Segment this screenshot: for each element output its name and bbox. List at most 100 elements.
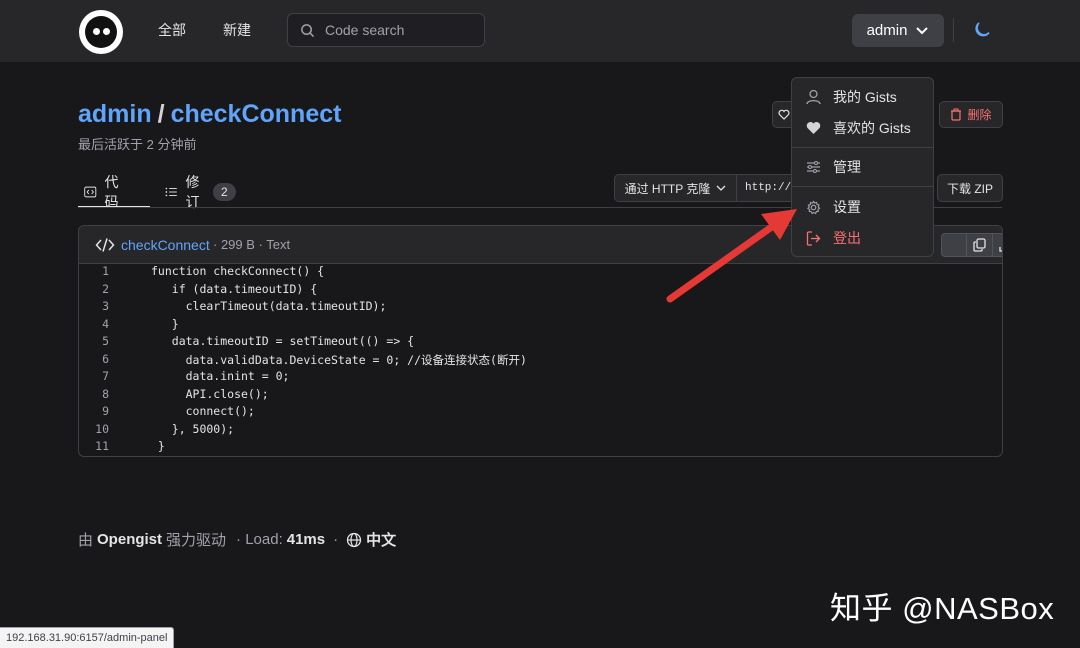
line-content: data.validData.DeviceState = 0; //设备连接状态… — [151, 352, 527, 367]
menu-item-liked-gists[interactable]: 喜欢的 Gists — [792, 113, 933, 143]
watermark-text: 知乎 @NASBox — [830, 591, 1055, 626]
download-icon — [998, 243, 1002, 252]
download-zip-button[interactable]: 下载 ZIP — [937, 174, 1003, 202]
revision-count-badge: 2 — [213, 182, 236, 201]
code-line: 4 } — [79, 317, 1002, 335]
footer: 由 Opengist 强力驱动 · Load: 41ms · 中文 — [78, 529, 396, 550]
sliders-icon — [807, 161, 820, 173]
file-meta: · 299 B · Text — [213, 237, 291, 252]
code-line: 6 data.validData.DeviceState = 0; //设备连接… — [79, 352, 1002, 370]
menu-divider — [792, 186, 933, 187]
line-number: 10 — [95, 421, 109, 436]
line-content: if (data.timeoutID) { — [151, 281, 318, 296]
code-brackets-icon — [95, 238, 115, 252]
menu-item-admin[interactable]: 管理 — [792, 152, 933, 182]
line-number: 4 — [102, 316, 109, 331]
line-number: 6 — [102, 351, 109, 366]
last-active-text: 最后活跃于 2 分钟前 — [78, 137, 197, 152]
chevron-down-icon — [916, 26, 929, 34]
clone-url-value: http:// — [745, 182, 792, 194]
clone-url-input[interactable]: http:// — [736, 174, 796, 202]
code-line: 8 API.close(); — [79, 387, 1002, 405]
download-file-button[interactable] — [993, 233, 1002, 257]
code-line: 10 }, 5000); — [79, 422, 1002, 440]
line-number: 5 — [102, 334, 109, 348]
user-icon — [806, 89, 821, 105]
file-name-link[interactable]: checkConnect — [121, 237, 210, 253]
footer-load-prefix: · Load: — [236, 531, 283, 548]
copy-icon — [972, 238, 986, 252]
code-line: 11 } — [79, 439, 1002, 456]
code-search-box[interactable] — [287, 13, 485, 47]
menu-item-label: 管理 — [833, 159, 861, 175]
tab-revisions[interactable]: 修订 2 — [165, 174, 236, 210]
code-line: 1 function checkConnect() { — [79, 264, 1002, 282]
moon-icon[interactable] — [972, 20, 992, 40]
link-status-bar: 192.168.31.90:6157/admin-panel — [0, 627, 175, 648]
delete-button[interactable]: 删除 — [939, 101, 1003, 128]
footer-powered: 强力驱动 — [166, 532, 227, 549]
footer-dot: · — [333, 531, 339, 548]
code-line: 9 connect(); — [79, 404, 1002, 422]
language-switch[interactable]: 中文 — [366, 529, 396, 550]
line-content: } — [151, 316, 179, 331]
gist-owner-link[interactable]: admin — [78, 100, 152, 128]
line-number: 1 — [102, 264, 109, 278]
logout-icon — [806, 230, 821, 246]
footer-load-value: 41ms — [286, 531, 326, 548]
gear-icon — [807, 199, 821, 214]
line-number: 7 — [102, 369, 109, 383]
menu-item-label: 我的 Gists — [833, 89, 897, 105]
line-content: }, 5000); — [151, 421, 235, 436]
navbar-divider — [953, 18, 954, 42]
trash-icon — [951, 108, 962, 121]
heart-icon — [806, 122, 821, 134]
code-view: 1 function checkConnect() { 2 if (data.tim… — [79, 264, 1002, 456]
raw-button[interactable] — [941, 233, 967, 257]
line-number: 11 — [95, 439, 109, 453]
user-dropdown-menu: 我的 Gists 喜欢的 Gists 管理 设置 登出 — [791, 77, 934, 257]
nav-all-link[interactable]: 全部 — [158, 20, 186, 40]
line-content: } — [151, 439, 165, 453]
footer-by: 由 — [78, 532, 94, 549]
top-navbar: 全部 新建 admin — [0, 0, 1080, 62]
download-zip-label: 下载 ZIP — [946, 181, 993, 196]
menu-item-label: 登出 — [833, 230, 861, 246]
delete-label: 删除 — [967, 108, 992, 122]
line-content: connect(); — [151, 404, 255, 418]
tab-code[interactable]: 代码 — [84, 174, 124, 210]
heart-icon — [777, 109, 790, 120]
menu-item-logout[interactable]: 登出 — [792, 223, 933, 253]
line-content: data.timeoutID = setTimeout(() => { — [151, 334, 415, 348]
clone-method-select[interactable]: 通过 HTTP 克隆 — [614, 174, 737, 202]
code-line: 3 clearTimeout(data.timeoutID); — [79, 299, 1002, 317]
user-menu-button[interactable]: admin — [852, 14, 944, 47]
menu-item-settings[interactable]: 设置 — [792, 192, 933, 222]
line-number: 2 — [102, 281, 109, 296]
menu-item-label: 设置 — [833, 199, 861, 215]
code-search-input[interactable] — [323, 21, 477, 39]
line-number: 8 — [102, 386, 109, 401]
copy-button[interactable] — [967, 233, 993, 257]
line-number: 3 — [102, 299, 109, 313]
line-content: data.inint = 0; — [151, 369, 290, 383]
footer-brand-link[interactable]: Opengist — [97, 531, 162, 548]
globe-icon — [346, 532, 362, 547]
file-panel: checkConnect · 299 B · Text 1 function ch… — [78, 225, 1003, 457]
list-icon — [165, 187, 177, 196]
line-content: function checkConnect() { — [151, 264, 325, 278]
code-line: 7 data.inint = 0; — [79, 369, 1002, 387]
nav-new-link[interactable]: 新建 — [223, 20, 251, 40]
line-content: API.close(); — [151, 386, 269, 401]
title-separator: / — [157, 100, 165, 128]
opengist-logo-icon[interactable] — [79, 10, 123, 54]
search-icon — [301, 23, 315, 37]
code-line: 2 if (data.timeoutID) { — [79, 282, 1002, 300]
gist-name-link[interactable]: checkConnect — [171, 100, 342, 128]
code-icon — [84, 186, 97, 197]
line-number: 9 — [102, 404, 109, 418]
line-content: clearTimeout(data.timeoutID); — [151, 299, 387, 313]
gist-title: admin / checkConnect — [78, 100, 341, 129]
menu-item-my-gists[interactable]: 我的 Gists — [792, 82, 933, 112]
clone-method-label: 通过 HTTP 克隆 — [624, 181, 711, 196]
